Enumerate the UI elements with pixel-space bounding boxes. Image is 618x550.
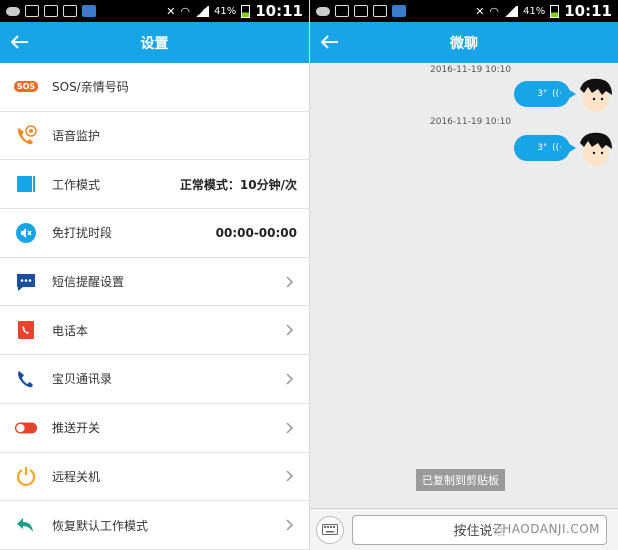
mute-status-icon: ✕ <box>475 4 485 18</box>
back-arrow-icon[interactable] <box>8 30 32 54</box>
work-mode-icon <box>14 172 38 196</box>
settings-item-baby-contacts[interactable]: 宝贝通讯录 <box>0 355 309 404</box>
message-timestamp: 2016-11-19 10:10 <box>430 117 512 127</box>
battery-percent: 41% <box>523 5 546 17</box>
settings-item-label: 远程关机 <box>52 469 101 484</box>
settings-item-label: 电话本 <box>52 323 89 338</box>
phone-monitor-icon <box>14 124 38 148</box>
contacts-icon <box>14 367 38 391</box>
chevron-right-icon <box>283 372 297 386</box>
status-time: 10:11 <box>564 2 612 20</box>
mute-icon <box>14 221 38 245</box>
shield-icon <box>44 5 58 17</box>
sos-icon: SOS <box>13 75 39 99</box>
message-timestamp: 2016-11-19 10:10 <box>430 65 512 75</box>
chevron-right-icon <box>283 323 297 337</box>
sim-icon <box>335 5 349 17</box>
settings-item-label: 工作模式 <box>52 177 101 192</box>
app-icon <box>392 5 406 17</box>
shield-icon <box>354 5 368 17</box>
status-time: 10:11 <box>255 2 303 20</box>
work-mode-value: 正常模式：10分钟/次 <box>179 177 297 192</box>
voice-duration: 3" <box>537 143 548 153</box>
settings-item-phonebook[interactable]: 电话本 <box>0 306 309 356</box>
settings-item-voice-monitor[interactable]: 语音监护 <box>0 112 309 161</box>
chevron-right-icon <box>283 469 297 483</box>
cloud-icon <box>6 6 20 16</box>
cloud-icon <box>316 6 330 16</box>
settings-item-label: 恢复默认工作模式 <box>52 518 149 533</box>
image-icon <box>373 5 387 17</box>
signal-icon <box>504 5 519 17</box>
settings-header: 设置 <box>0 22 309 63</box>
battery-percent: 41% <box>214 5 237 17</box>
settings-item-do-not-disturb[interactable]: 免打扰时段 00:00-00:00 <box>0 209 309 258</box>
battery-icon <box>241 4 251 18</box>
settings-item-work-mode[interactable]: 工作模式 正常模式：10分钟/次 <box>0 160 309 210</box>
wifi-icon: ◠ <box>489 4 500 18</box>
power-icon <box>14 464 38 488</box>
phonebook-icon <box>14 318 38 342</box>
dnd-time-value: 00:00-00:00 <box>215 225 297 240</box>
settings-item-remote-shutdown[interactable]: 远程关机 <box>0 453 309 502</box>
chevron-right-icon <box>283 421 297 435</box>
sim-icon <box>25 5 39 17</box>
chevron-right-icon <box>283 275 297 289</box>
signal-icon <box>195 5 210 17</box>
settings-item-label: SOS/亲情号码 <box>52 80 129 95</box>
voice-wave-icon: ((· <box>552 89 562 99</box>
settings-item-label: 免打扰时段 <box>52 226 113 241</box>
back-arrow-icon[interactable] <box>318 30 342 54</box>
page-title: 微聊 <box>450 35 478 52</box>
sms-icon <box>14 270 38 294</box>
avatar[interactable] <box>574 129 614 169</box>
mute-status-icon: ✕ <box>166 4 176 18</box>
voice-message-bubble[interactable]: 3" ((· <box>514 135 576 161</box>
app-icon <box>82 5 96 17</box>
chat-header: 微聊 <box>310 22 618 63</box>
chevron-right-icon <box>283 518 297 532</box>
settings-item-sos[interactable]: SOS SOS/亲情号码 <box>0 63 309 112</box>
message-list: 2016-11-19 10:10 3" ((· 2016-11-19 10:10… <box>310 63 618 508</box>
settings-item-push-toggle[interactable]: 推送开关 <box>0 404 309 453</box>
avatar[interactable] <box>574 75 614 115</box>
settings-item-label: 推送开关 <box>52 421 101 436</box>
status-bar: ✕ ◠ 41% 10:11 <box>310 0 618 22</box>
wifi-icon: ◠ <box>180 4 191 18</box>
chat-screen: ✕ ◠ 41% 10:11 微聊 2016-11-19 10:10 3" ((·… <box>309 0 618 550</box>
settings-item-label: 短信提醒设置 <box>52 275 125 290</box>
battery-icon <box>550 4 560 18</box>
restore-icon <box>14 513 38 537</box>
voice-message-bubble[interactable]: 3" ((· <box>514 81 576 107</box>
status-bar: ✕ ◠ 41% 10:11 <box>0 0 309 22</box>
settings-item-label: 语音监护 <box>52 129 101 144</box>
settings-list: SOS SOS/亲情号码 语音监护 工作模式 正常模式：10分钟/次 免打扰时段… <box>0 63 309 550</box>
watermark: ZHAODANJI.COM <box>493 522 600 536</box>
settings-screen: ✕ ◠ 41% 10:11 设置 SOS SOS/亲情号码 语音监护 工作模式 … <box>0 0 309 550</box>
voice-wave-icon: ((· <box>552 143 562 153</box>
settings-item-sms-reminder[interactable]: 短信提醒设置 <box>0 258 309 307</box>
keyboard-toggle-button[interactable] <box>316 515 344 544</box>
page-title: 设置 <box>140 35 169 52</box>
keyboard-icon <box>322 520 338 539</box>
copied-toast: 已复制到剪贴板 <box>416 469 505 491</box>
image-icon <box>63 5 77 17</box>
settings-item-restore-default[interactable]: 恢复默认工作模式 <box>0 501 309 550</box>
settings-item-label: 宝贝通讯录 <box>52 372 113 387</box>
toggle-icon <box>14 416 38 440</box>
voice-duration: 3" <box>537 89 548 99</box>
